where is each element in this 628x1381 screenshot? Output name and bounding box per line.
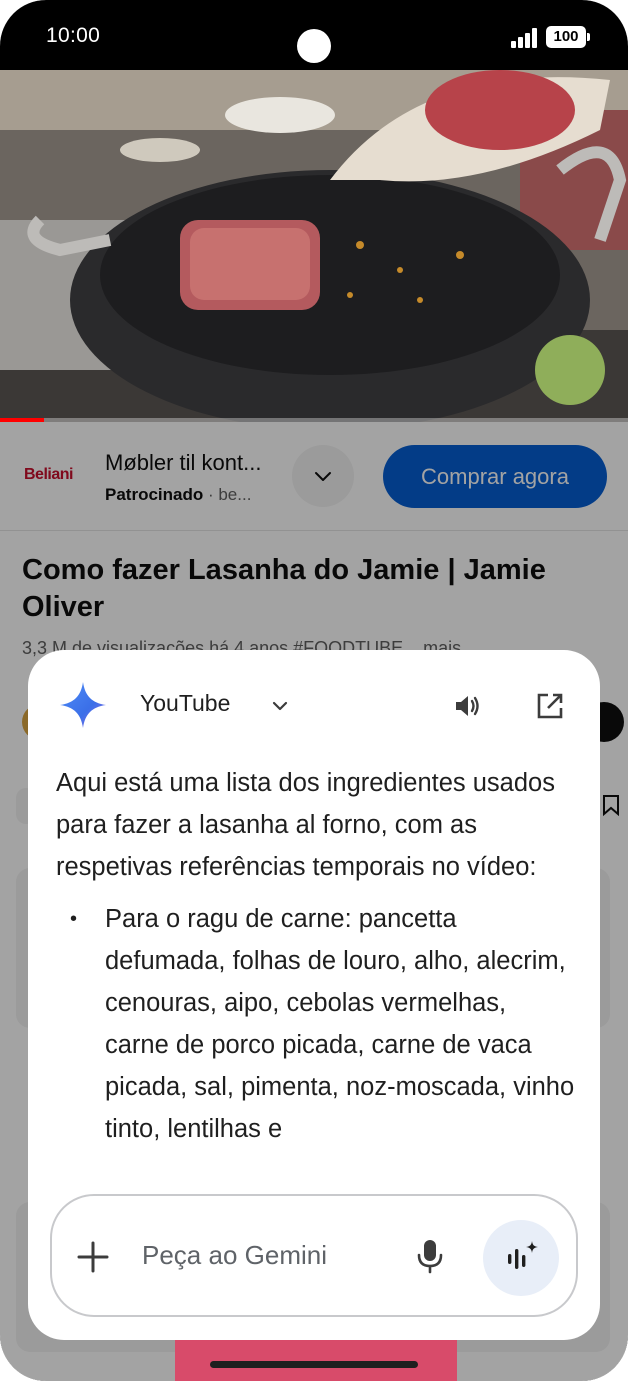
front-camera (297, 29, 331, 63)
response-fade (28, 1148, 600, 1180)
prompt-input[interactable]: Peça ao Gemini (142, 1240, 327, 1271)
home-indicator[interactable] (210, 1361, 418, 1368)
speaker-icon[interactable] (451, 690, 483, 722)
battery-icon: 100 (546, 26, 590, 48)
phone-frame: 10:00 100 Beliani Møbler til kont... Pat… (0, 0, 628, 1381)
open-external-icon[interactable] (534, 690, 566, 722)
list-item: Para o ragu de carne: pancetta defumada,… (56, 898, 576, 1150)
gemini-live-button[interactable] (483, 1220, 559, 1296)
chevron-down-icon[interactable] (268, 694, 292, 718)
video-player[interactable] (0, 70, 628, 422)
status-time: 10:00 (46, 24, 101, 47)
gemini-sparkle-icon (60, 682, 106, 728)
gemini-header: YouTube (28, 650, 600, 760)
video-frame-image (0, 70, 628, 422)
gemini-live-icon (508, 1241, 538, 1269)
prompt-input-bar[interactable]: Peça ao Gemini (50, 1194, 578, 1317)
ingredient-list: Para o ragu de carne: pancetta defumada,… (56, 898, 576, 1150)
status-bar: 10:00 100 (0, 0, 628, 70)
screen: 10:00 100 Beliani Møbler til kont... Pat… (0, 0, 628, 1381)
signal-icon (511, 28, 539, 48)
response-intro: Aqui está uma lista dos ingredientes usa… (56, 769, 555, 881)
mic-icon[interactable] (415, 1238, 445, 1274)
plus-icon[interactable] (76, 1240, 110, 1274)
gemini-response: Aqui está uma lista dos ingredientes usa… (56, 762, 576, 1178)
gemini-overlay: YouTube Aqui está uma lista dos ingredie… (28, 650, 600, 1340)
context-app-name[interactable]: YouTube (140, 690, 230, 717)
